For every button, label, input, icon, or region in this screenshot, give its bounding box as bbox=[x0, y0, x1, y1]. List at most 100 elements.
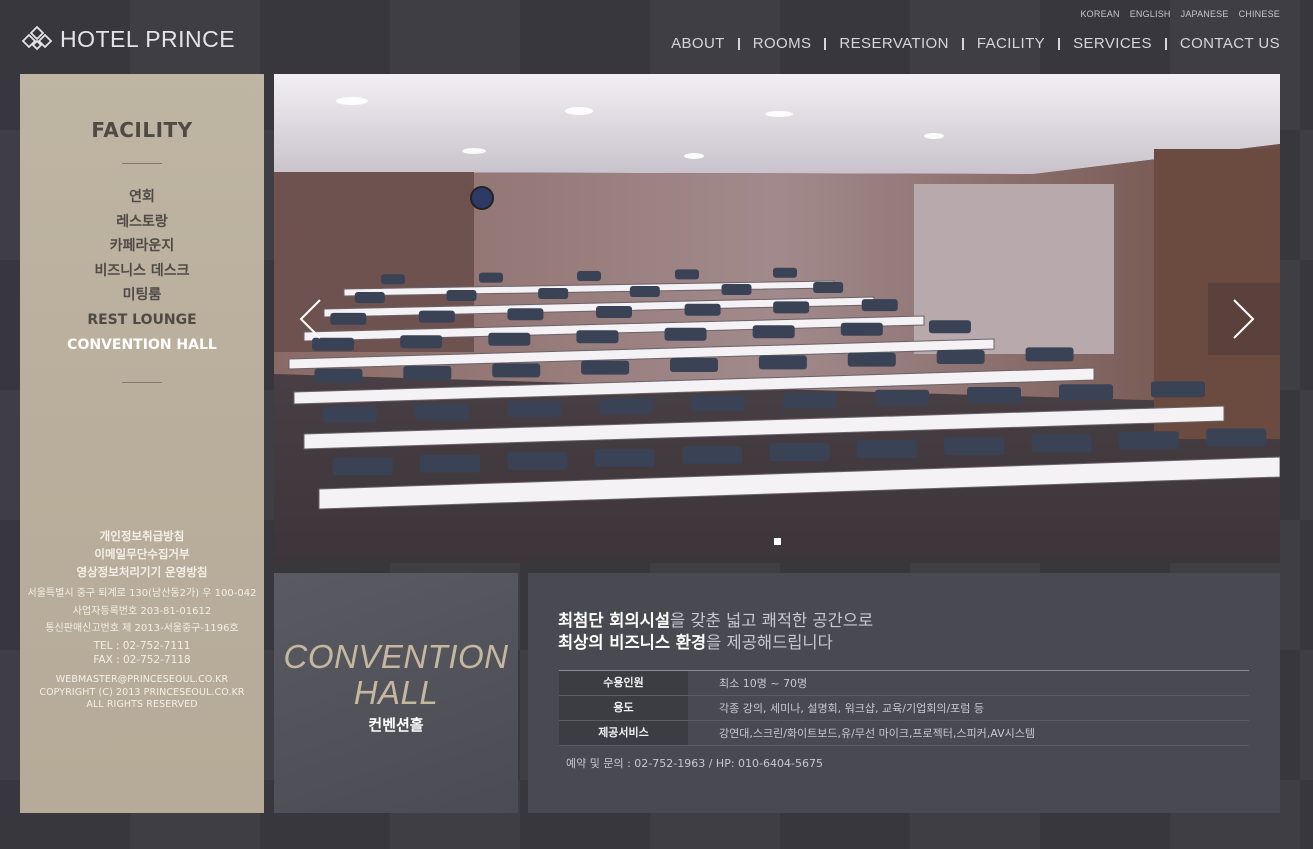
tel-number: TEL : 02-752-7111 bbox=[93, 640, 191, 652]
spec-label-usage: 용도 bbox=[559, 696, 688, 720]
chair bbox=[752, 325, 795, 339]
chair bbox=[1151, 381, 1205, 398]
table-row: 용도 각종 강의, 세미나, 설명회, 워크샵, 교육/기업회의/포럼 등 bbox=[559, 696, 1249, 721]
rights-line: ALL RIGHTS RESERVED bbox=[86, 699, 198, 710]
nav-divider bbox=[961, 37, 964, 50]
slide-indicator bbox=[274, 538, 1280, 545]
cctv-policy-link[interactable]: 영상정보처리기기 운영방침 bbox=[20, 563, 264, 581]
chair bbox=[538, 288, 569, 299]
email-refusal-link[interactable]: 이메일무단수집거부 bbox=[20, 545, 264, 563]
nav-divider bbox=[737, 37, 740, 50]
chair bbox=[670, 358, 718, 372]
chair bbox=[847, 352, 896, 367]
headline-text: 을 갖춘 넓고 쾌적한 공간으로 bbox=[670, 611, 874, 630]
nav-divider bbox=[824, 37, 827, 50]
chair bbox=[354, 292, 385, 303]
prev-slide-button[interactable] bbox=[274, 283, 346, 355]
sidebar-divider bbox=[122, 163, 162, 164]
hall-title-ko: 컨벤션홀 bbox=[368, 716, 424, 734]
chevron-right-icon bbox=[1233, 299, 1255, 339]
chair bbox=[507, 451, 568, 470]
policy-links: 개인정보취급방침 이메일무단수집거부 영상정보처리기기 운영방침 bbox=[20, 527, 264, 581]
conference-room-photo bbox=[274, 74, 1280, 563]
slide-dot[interactable] bbox=[773, 538, 781, 545]
chair bbox=[861, 299, 898, 312]
hall-spec-table: 수용인원 최소 10명 ~ 70명 용도 각종 강의, 세미나, 설명회, 워크… bbox=[559, 670, 1249, 746]
sidebar-item-meeting-room[interactable]: 미팅룸 bbox=[20, 283, 264, 308]
spec-label-capacity: 수용인원 bbox=[559, 671, 688, 695]
chair bbox=[577, 271, 601, 281]
chair bbox=[769, 443, 830, 461]
chair bbox=[594, 448, 655, 467]
chair bbox=[840, 322, 883, 336]
hall-headline: 최첨단 회의시설을 갖춘 넓고 쾌적한 공간으로 최상의 비즈니스 환경을 제공… bbox=[558, 610, 873, 654]
sidebar-item-convention-hall[interactable]: CONVENTION HALL bbox=[20, 333, 264, 358]
chair bbox=[1118, 431, 1179, 450]
sidebar-item-business-desk[interactable]: 비즈니스 데스크 bbox=[20, 259, 264, 284]
copyright-line: COPYRIGHT (C) 2013 PRINCESEOUL.CO.KR bbox=[39, 686, 245, 698]
chair bbox=[323, 406, 377, 423]
sidebar-item-restaurant[interactable]: 레스토랑 bbox=[20, 210, 264, 235]
chair bbox=[773, 301, 810, 314]
logo-text: HOTEL PRINCE bbox=[60, 25, 236, 52]
spec-value-usage: 각종 강의, 세미나, 설명회, 워크샵, 교육/기업회의/포럼 등 bbox=[719, 702, 985, 715]
nav-divider bbox=[1164, 37, 1167, 50]
chair bbox=[1059, 384, 1113, 401]
chair bbox=[936, 350, 985, 364]
facility-sidebar: FACILITY 연회 레스토랑 카페라운지 비즈니스 데스크 미팅룸 REST… bbox=[20, 74, 264, 813]
sidebar-divider bbox=[122, 382, 162, 383]
lang-chinese[interactable]: CHINESE bbox=[1239, 9, 1280, 19]
hotel-logo[interactable]: HOTEL PRINCE bbox=[20, 22, 265, 56]
chair bbox=[492, 363, 541, 378]
lang-japanese[interactable]: JAPANESE bbox=[1181, 9, 1229, 19]
sidebar-title: FACILITY bbox=[91, 118, 193, 142]
chair bbox=[507, 401, 561, 417]
address-line: 서울특별시 중구 퇴계로 130(남산동2가) 우 100-042 bbox=[27, 588, 257, 599]
hall-title-line1: CONVENTION bbox=[283, 638, 509, 675]
chair bbox=[721, 284, 752, 295]
nav-reservation[interactable]: RESERVATION bbox=[839, 35, 948, 52]
sidebar-menu: 연회 레스토랑 카페라운지 비즈니스 데스크 미팅룸 REST LOUNGE C… bbox=[20, 185, 264, 357]
chair bbox=[944, 437, 1005, 456]
chair bbox=[967, 387, 1021, 403]
company-contact: TEL : 02-752-7111 FAX : 02-752-7118 bbox=[20, 639, 264, 667]
company-address: 서울특별시 중구 퇴계로 130(남산동2가) 우 100-042 사업자등록번… bbox=[20, 585, 264, 638]
chair bbox=[875, 389, 929, 406]
sidebar-item-cafe-lounge[interactable]: 카페라운지 bbox=[20, 234, 264, 259]
chair bbox=[446, 290, 477, 301]
chair bbox=[581, 360, 630, 375]
mail-order-number: 통신판매신고번호 제 2013-서울중구-1196호 bbox=[45, 623, 239, 634]
diamond-logo-icon bbox=[21, 25, 53, 51]
table-row: 제공서비스 강연대,스크린/화이트보드,유/무선 마이크,프로젝터,스피커,AV… bbox=[559, 721, 1249, 746]
nav-about[interactable]: ABOUT bbox=[671, 35, 725, 52]
language-menu: KOREAN ENGLISH JAPANESE CHINESE bbox=[1080, 9, 1280, 19]
chair bbox=[928, 320, 971, 334]
nav-contact-us[interactable]: CONTACT US bbox=[1180, 35, 1280, 52]
nav-facility[interactable]: FACILITY bbox=[977, 35, 1045, 52]
chair bbox=[314, 368, 363, 383]
chair bbox=[332, 457, 393, 476]
lang-korean[interactable]: KOREAN bbox=[1080, 9, 1119, 19]
nav-rooms[interactable]: ROOMS bbox=[753, 35, 812, 52]
chair bbox=[682, 445, 743, 464]
chair bbox=[684, 303, 721, 316]
chair bbox=[691, 395, 745, 412]
chair bbox=[507, 308, 544, 321]
headline-highlight: 최첨단 회의시설 bbox=[558, 611, 671, 630]
chair bbox=[1025, 347, 1074, 362]
hall-title-en: CONVENTION HALL bbox=[274, 639, 518, 711]
chair bbox=[418, 310, 455, 323]
nav-services[interactable]: SERVICES bbox=[1073, 35, 1152, 52]
next-slide-button[interactable] bbox=[1208, 283, 1280, 355]
chair bbox=[664, 327, 707, 341]
chair bbox=[403, 366, 452, 380]
privacy-policy-link[interactable]: 개인정보취급방침 bbox=[20, 527, 264, 545]
lang-english[interactable]: ENGLISH bbox=[1130, 9, 1171, 19]
sidebar-item-banquet[interactable]: 연회 bbox=[20, 185, 264, 210]
chair bbox=[576, 330, 619, 344]
spec-value-capacity: 최소 10명 ~ 70명 bbox=[719, 677, 808, 690]
business-number: 사업자등록번호 203-81-01612 bbox=[72, 605, 212, 617]
table-row: 수용인원 최소 10명 ~ 70명 bbox=[559, 671, 1249, 696]
webmaster-email[interactable]: WEBMASTER@PRINCESEOUL.CO.KR bbox=[20, 674, 264, 687]
sidebar-item-rest-lounge[interactable]: REST LOUNGE bbox=[20, 308, 264, 333]
